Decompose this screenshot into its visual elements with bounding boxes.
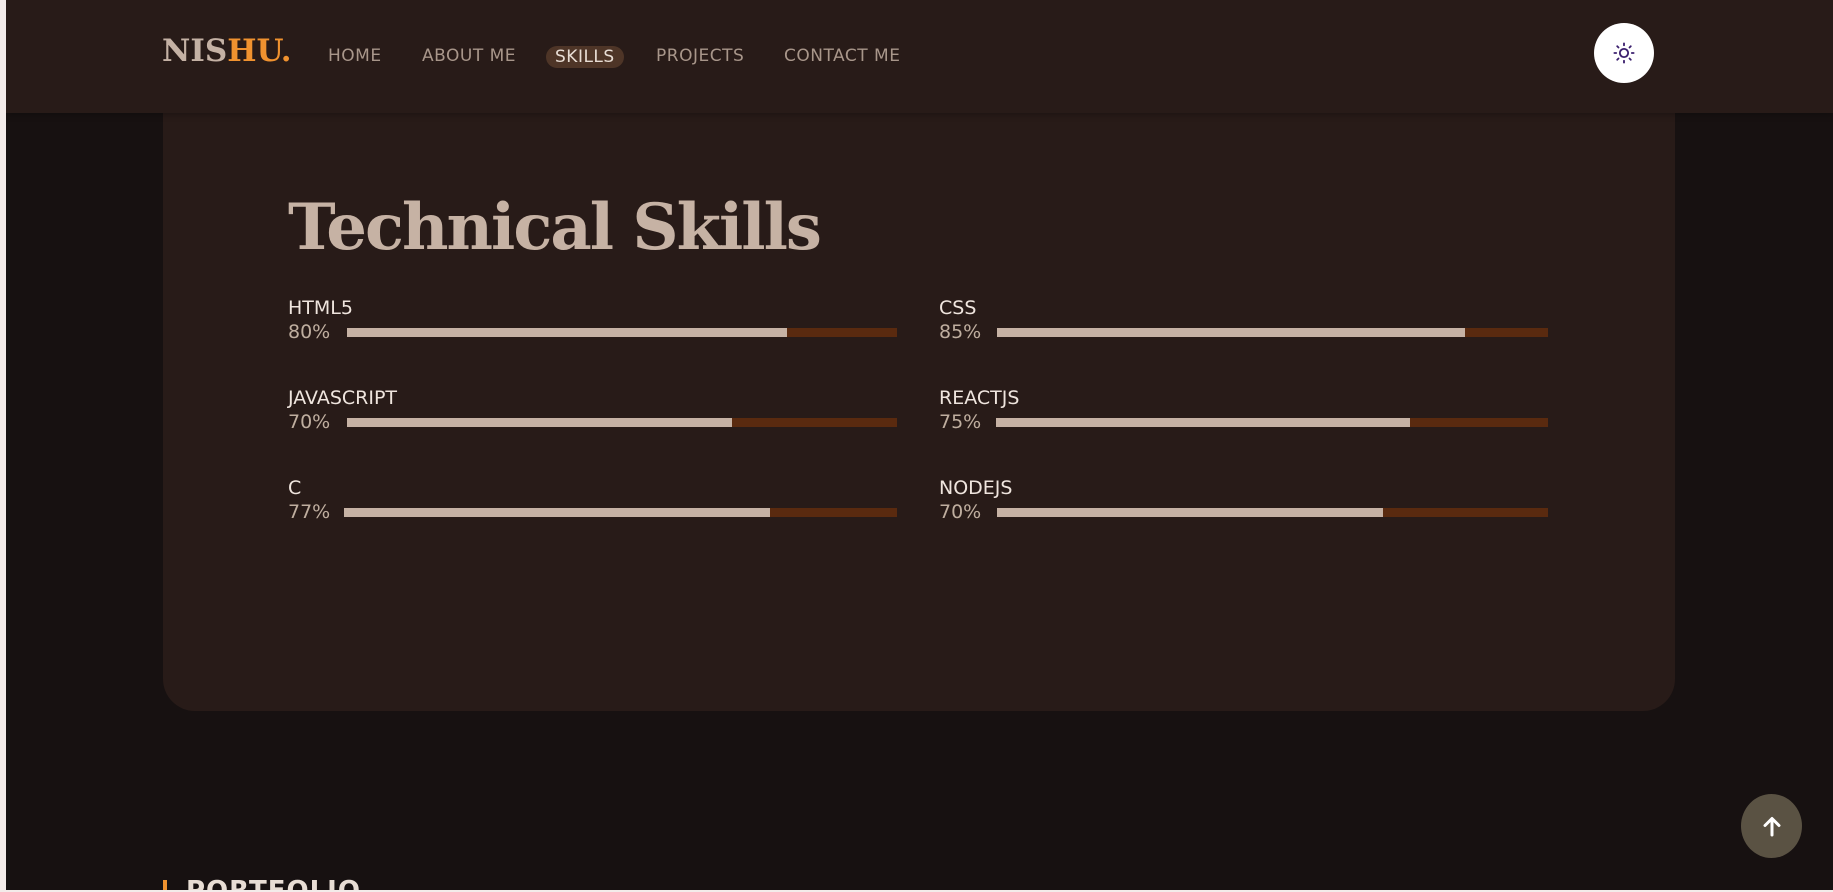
nav-link-skills[interactable]: SKILLS (546, 46, 624, 68)
section-title: Technical Skills (288, 190, 822, 265)
skill-bar (997, 508, 1548, 517)
navbar: NISHU. HOME ABOUT ME SKILLS PROJECTS CON… (6, 0, 1833, 113)
skill-bar-fill (347, 418, 732, 427)
logo-main: NIS (162, 33, 228, 69)
skill-percent: 77% (288, 501, 331, 523)
logo[interactable]: NISHU. (162, 33, 292, 69)
skill-name: NODEJS (939, 477, 1013, 499)
skill-bar (997, 328, 1548, 337)
skill-name: HTML5 (288, 297, 353, 319)
nav-link-contact-me[interactable]: CONTACT ME (784, 44, 900, 68)
skill-html5: HTML5 80% (288, 297, 898, 347)
skill-javascript: JAVASCRIPT 70% (288, 387, 898, 437)
skill-name: REACTJS (939, 387, 1020, 409)
skill-percent: 75% (939, 411, 982, 433)
skill-bar (347, 418, 897, 427)
skill-name: CSS (939, 297, 977, 319)
skill-name: JAVASCRIPT (288, 387, 398, 409)
portfolio-heading: PORTFOLIO (186, 876, 361, 890)
scroll-to-top-button[interactable] (1741, 794, 1802, 858)
skill-bar-fill (997, 508, 1383, 517)
skill-percent: 70% (288, 411, 331, 433)
skill-css: CSS 85% (939, 297, 1549, 347)
skill-bar-fill (996, 418, 1410, 427)
skill-percent: 80% (288, 321, 331, 343)
theme-toggle-button[interactable] (1594, 23, 1654, 83)
nav-link-home[interactable]: HOME (328, 44, 382, 68)
page: NISHU. HOME ABOUT ME SKILLS PROJECTS CON… (6, 0, 1833, 890)
skill-bar (996, 418, 1548, 427)
sun-icon (1613, 42, 1635, 64)
skill-reactjs: REACTJS 75% (939, 387, 1549, 437)
skill-bar-fill (344, 508, 770, 517)
section-accent-bar (163, 880, 167, 890)
skill-name: C (288, 477, 302, 499)
nav-link-projects[interactable]: PROJECTS (656, 44, 744, 68)
skill-percent: 85% (939, 321, 982, 343)
skill-percent: 70% (939, 501, 982, 523)
skill-bar (347, 328, 897, 337)
logo-accent: HU. (227, 33, 292, 69)
skill-nodejs: NODEJS 70% (939, 477, 1549, 527)
skill-bar (344, 508, 897, 517)
skill-bar-fill (997, 328, 1466, 337)
nav-link-about-me[interactable]: ABOUT ME (422, 44, 516, 68)
skill-c: C 77% (288, 477, 898, 527)
skill-bar-fill (347, 328, 787, 337)
arrow-up-icon (1763, 817, 1780, 837)
skills-card (163, 40, 1675, 711)
